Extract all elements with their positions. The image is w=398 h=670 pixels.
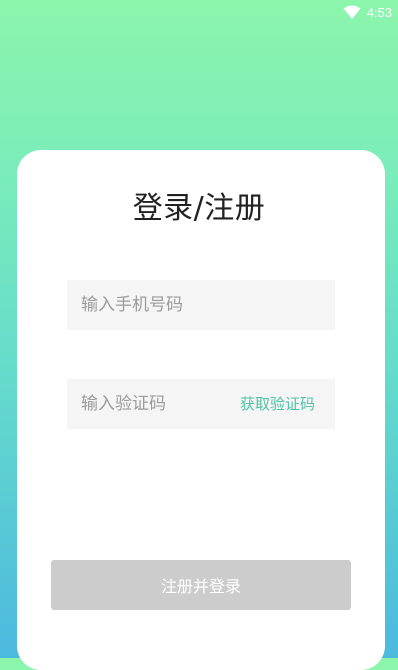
get-code-button[interactable]: 获取验证码 bbox=[240, 379, 315, 429]
status-time: 4:53 bbox=[366, 4, 392, 20]
phone-input[interactable] bbox=[81, 295, 231, 315]
wifi-icon bbox=[343, 5, 361, 19]
code-field-container: 获取验证码 bbox=[67, 379, 335, 429]
register-login-button[interactable]: 注册并登录 bbox=[51, 560, 351, 610]
verification-code-input[interactable] bbox=[81, 394, 231, 414]
status-bar: 4:53 bbox=[0, 0, 398, 24]
phone-field-container bbox=[67, 280, 335, 330]
page-title: 登录/注册 bbox=[132, 191, 266, 226]
